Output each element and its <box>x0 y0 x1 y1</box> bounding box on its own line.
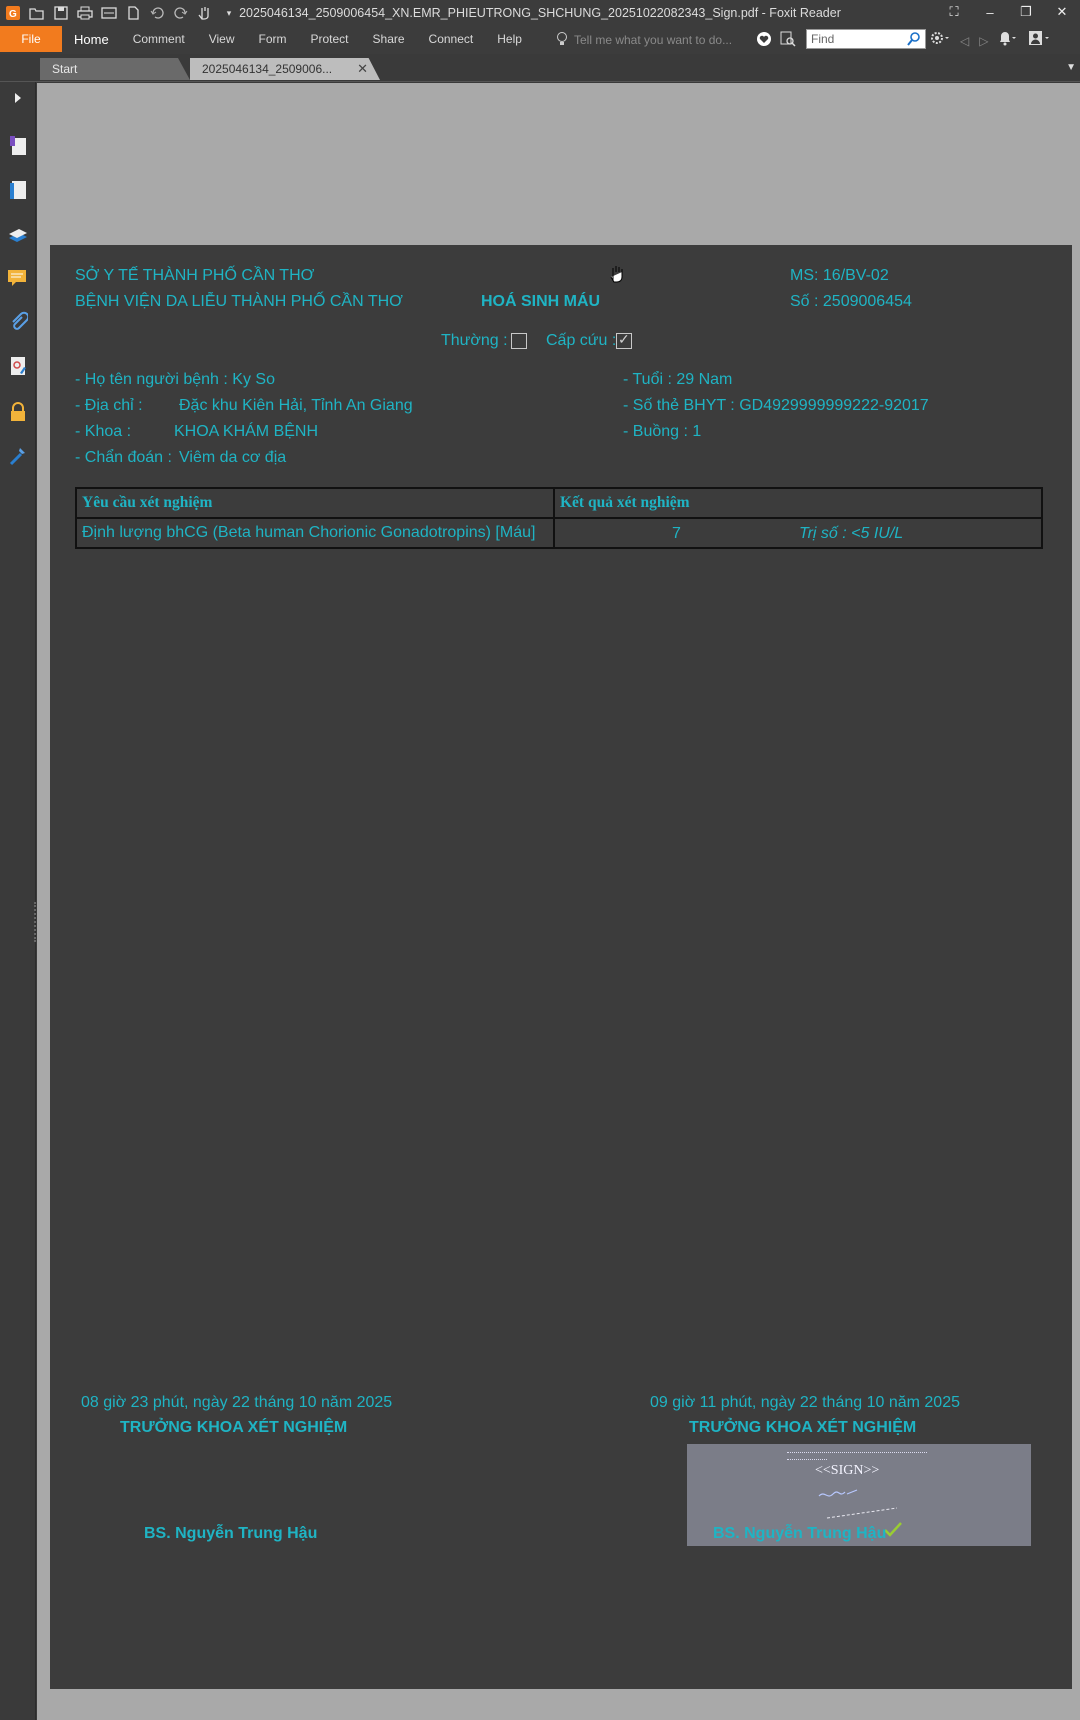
search-icon[interactable] <box>906 31 922 50</box>
right-toolbar: ◁ ▷ <box>930 30 1052 51</box>
department-label: - Khoa : <box>75 423 132 440</box>
form-title: HOÁ SINH MÁU <box>481 293 601 310</box>
signature-detail-line <box>787 1452 927 1455</box>
fullscreen-icon[interactable]: ⛶ <box>936 0 972 24</box>
room-number: - Buồng : 1 <box>623 423 702 440</box>
heart-icon[interactable] <box>756 31 772 52</box>
signatures-icon[interactable] <box>6 354 30 378</box>
result-value: 7 <box>672 525 681 542</box>
comments-icon[interactable] <box>6 266 30 290</box>
title-bar: G ▾ 2025046134_2509006454_XN.EMR_PHIEUTR… <box>0 0 1080 26</box>
form-code: MS: 16/BV-02 <box>790 267 889 284</box>
reference-range: Trị số : <5 IU/L <box>799 525 904 542</box>
layers-icon[interactable] <box>6 222 30 246</box>
tab-protect[interactable]: Protect <box>299 26 361 52</box>
insurance-number: - Số thẻ BHYT : GD4929999999222-92017 <box>623 397 929 414</box>
tab-view[interactable]: View <box>197 26 247 52</box>
close-tab-icon[interactable]: ✕ <box>357 61 368 77</box>
foxit-reader-window: G ▾ 2025046134_2509006454_XN.EMR_PHIEUTR… <box>0 0 1080 1720</box>
tab-document[interactable]: 2025046134_2509006... ✕ <box>190 58 380 80</box>
form-number: Số : 2509006454 <box>790 293 912 310</box>
tab-document-label: 2025046134_2509006... <box>202 62 333 76</box>
document-canvas[interactable]: SỞ Y TẾ THÀNH PHỐ CẦN THƠ BỆNH VIỆN DA L… <box>37 83 1080 1720</box>
normal-checkbox[interactable] <box>511 333 527 349</box>
account-icon[interactable] <box>1028 30 1052 51</box>
table-header-row: Yêu cầu xét nghiệm Kết quả xét nghiệm <box>75 487 1043 519</box>
navigation-panel <box>0 82 36 1720</box>
tab-help[interactable]: Help <box>485 26 534 52</box>
tab-start-label: Start <box>52 62 78 76</box>
restore-button[interactable]: ❐ <box>1008 0 1044 24</box>
ribbon-menu: File Home Comment View Form Protect Shar… <box>0 26 1080 54</box>
right-signature-time: 09 giờ 11 phút, ngày 22 tháng 10 năm 202… <box>650 1394 960 1411</box>
diagnosis-label: - Chẩn đoán : <box>75 449 172 466</box>
panel-resize-handle[interactable] <box>34 902 36 942</box>
normal-label: Thường : <box>441 332 508 349</box>
settings-gear-icon[interactable] <box>930 30 950 51</box>
window-title: 2025046134_2509006454_XN.EMR_PHIEUTRONG_… <box>239 6 841 20</box>
find-placeholder: Find <box>811 32 835 46</box>
department-value: KHOA KHÁM BỆNH <box>174 423 319 440</box>
tab-share[interactable]: Share <box>361 26 417 52</box>
tab-list-dropdown-icon[interactable]: ▼ <box>1066 62 1076 73</box>
left-signature-time: 08 giờ 23 phút, ngày 22 tháng 10 năm 202… <box>81 1394 393 1411</box>
emergency-label: Cấp cứu : <box>546 332 617 349</box>
signature-placeholder: <<SIGN>> <box>815 1463 880 1478</box>
attachments-icon[interactable] <box>6 310 30 334</box>
lightbulb-icon <box>556 31 568 50</box>
signature-detail-line <box>787 1459 827 1462</box>
close-button[interactable]: ✕ <box>1044 0 1080 24</box>
left-signer-name: BS. Nguyễn Trung Hậu <box>144 1525 318 1542</box>
patient-name: - Họ tên người bệnh : Ky So <box>75 371 275 388</box>
diagnosis-value: Viêm da cơ địa <box>179 449 287 466</box>
security-lock-icon[interactable] <box>6 400 30 424</box>
right-signer-title: TRƯỞNG KHOA XÉT NGHIỆM <box>689 1419 917 1436</box>
pdf-page: SỞ Y TẾ THÀNH PHỐ CẦN THƠ BỆNH VIỆN DA L… <box>50 245 1072 1689</box>
dept-line1: SỞ Y TẾ THÀNH PHỐ CẦN THƠ <box>75 267 315 284</box>
right-signer-name: BS. Nguyễn Trung Hậu <box>713 1525 887 1542</box>
tools-icon[interactable] <box>6 444 30 468</box>
minimize-button[interactable]: – <box>972 0 1008 24</box>
tab-connect[interactable]: Connect <box>417 26 486 52</box>
file-menu-button[interactable]: File <box>0 26 62 52</box>
tell-me-placeholder: Tell me what you want to do... <box>574 33 733 47</box>
window-controls: ⛶ – ❐ ✕ <box>936 0 1080 24</box>
search-document-icon[interactable] <box>780 31 796 52</box>
next-arrow-icon[interactable]: ▷ <box>979 34 988 48</box>
menu-tabs: Home Comment View Form Protect Share Con… <box>62 26 534 52</box>
previous-arrow-icon[interactable]: ◁ <box>960 34 969 48</box>
page-thumbnails-icon[interactable] <box>6 178 30 202</box>
emergency-checkbox[interactable] <box>616 331 632 349</box>
header-test-result: Kết quả xét nghiệm <box>553 487 1043 519</box>
document-tabs: Start 2025046134_2509006... ✕ ▼ <box>0 54 1080 82</box>
header-test-request: Yêu cầu xét nghiệm <box>75 487 555 519</box>
test-name-cell: Định lượng bhCG (Beta human Chorionic Go… <box>75 517 555 549</box>
lab-results-table: Yêu cầu xét nghiệm Kết quả xét nghiệm Đị… <box>75 487 1043 549</box>
find-input[interactable]: Find <box>806 29 926 49</box>
tab-form[interactable]: Form <box>247 26 299 52</box>
tab-comment[interactable]: Comment <box>121 26 197 52</box>
address-label: - Địa chỉ : <box>75 397 143 414</box>
bookmarks-icon[interactable] <box>6 134 30 158</box>
notification-bell-icon[interactable] <box>998 30 1018 51</box>
hand-cursor-icon <box>609 265 625 288</box>
patient-age: - Tuổi : 29 Nam <box>623 371 733 388</box>
tab-start[interactable]: Start <box>40 58 190 80</box>
tell-me-search[interactable]: Tell me what you want to do... <box>556 30 732 50</box>
tab-home[interactable]: Home <box>62 26 121 52</box>
hospital-name: BỆNH VIỆN DA LIỄU THÀNH PHỐ CẦN THƠ <box>75 293 403 310</box>
expand-panel-icon[interactable] <box>6 86 30 110</box>
left-signer-title: TRƯỞNG KHOA XÉT NGHIỆM <box>120 1419 348 1436</box>
table-row: Định lượng bhCG (Beta human Chorionic Go… <box>75 517 1043 549</box>
address-value: Đặc khu Kiên Hải, Tỉnh An Giang <box>179 397 413 414</box>
test-result-cell: 7 Trị số : <5 IU/L <box>553 517 1043 549</box>
